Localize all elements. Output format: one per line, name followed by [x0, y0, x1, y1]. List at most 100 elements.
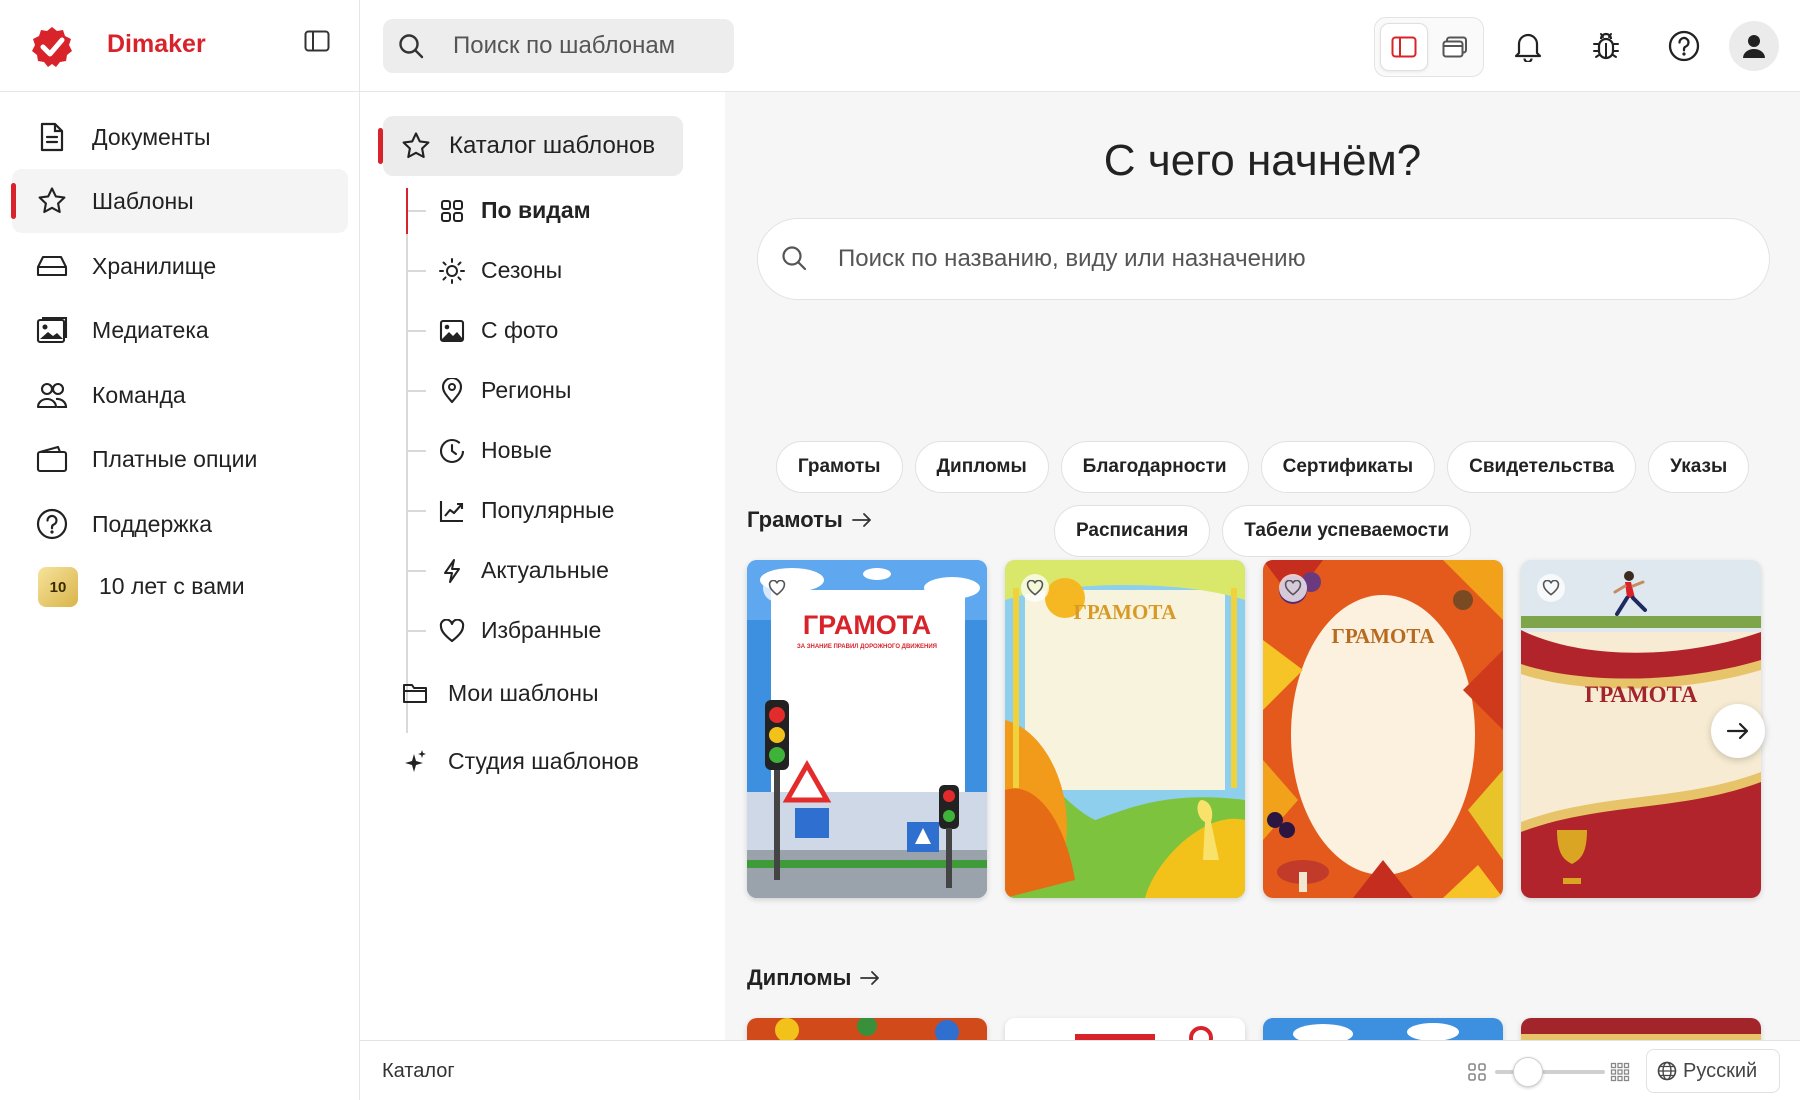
sidebar-item-label: 10 лет с вами [99, 572, 245, 599]
grid-dense-icon[interactable] [1610, 1062, 1630, 1082]
subnav-item-popular[interactable]: Популярные [408, 482, 708, 538]
catalog-search-input[interactable] [838, 219, 1738, 299]
sidebar-nav: Документы Шаблоны Хранилище Медиатека Ко… [0, 92, 359, 1100]
notifications-bell-icon[interactable] [1507, 25, 1549, 67]
section-title-gramoty[interactable]: Грамоты [747, 507, 873, 533]
view-mode-toggle [1374, 17, 1484, 77]
sidebar-item-team[interactable]: Команда [12, 363, 348, 427]
sparkles-icon [400, 746, 430, 776]
template-card[interactable] [1263, 1018, 1503, 1040]
chip-diplomy[interactable]: Дипломы [914, 441, 1049, 493]
language-selector[interactable]: Русский [1646, 1049, 1780, 1093]
heart-icon [438, 617, 466, 645]
breadcrumb[interactable]: Каталог [382, 1060, 455, 1083]
favorite-heart-icon[interactable] [1537, 574, 1565, 602]
search-icon [780, 244, 808, 272]
trending-chart-icon [438, 497, 466, 525]
help-question-icon[interactable] [1663, 25, 1705, 67]
template-search-input[interactable] [453, 19, 723, 73]
panel-layout-icon [1391, 36, 1417, 58]
sidebar-item-paid-options[interactable]: Платные опции [12, 427, 348, 491]
windows-layout-icon [1442, 36, 1467, 58]
subnav-item-seasons[interactable]: Сезоны [408, 242, 708, 298]
card-preview-autumn-leaves [1263, 560, 1503, 898]
panel-view-button[interactable] [1380, 23, 1428, 71]
card-title: ГРАМОТА [1584, 682, 1698, 707]
arrow-right-icon [851, 512, 873, 528]
subnav-item-new[interactable]: Новые [408, 422, 708, 478]
card-subtitle: ЗА ЗНАНИЕ ПРАВИЛ ДОРОЖНОГО ДВИЖЕНИЯ [797, 644, 937, 650]
card-preview-diploma-4 [1521, 1018, 1761, 1040]
subnav-template-studio[interactable]: Студия шаблонов [400, 732, 720, 788]
card-preview-diploma-2 [1005, 1018, 1245, 1040]
template-card[interactable]: ГРАМОТА [1263, 560, 1503, 898]
catalog-search-box[interactable] [757, 218, 1770, 300]
template-search-box[interactable] [383, 19, 734, 73]
arrow-right-icon [1726, 722, 1749, 740]
chip-tabeli[interactable]: Табели успеваемости [1222, 505, 1472, 557]
template-card[interactable]: ГРАМОТА ЗА ЗНАНИЕ ПРАВИЛ ДОРОЖНОГО ДВИЖЕ… [747, 560, 987, 898]
subnav-item-regions[interactable]: Регионы [408, 362, 708, 418]
chip-sertifikaty[interactable]: Сертификаты [1260, 441, 1436, 493]
template-card[interactable] [747, 1018, 987, 1040]
sidebar-item-label: Платные опции [92, 445, 258, 472]
subnav-my-templates[interactable]: Мои шаблоны [400, 664, 720, 720]
template-card[interactable] [1521, 1018, 1761, 1040]
dimaker-logo-icon[interactable] [30, 25, 74, 69]
sidebar-item-media[interactable]: Медиатека [12, 298, 348, 362]
tree-tick [408, 330, 426, 332]
tree-tick [408, 390, 426, 392]
subnav-label: По видам [481, 197, 591, 223]
template-card[interactable] [1005, 1018, 1245, 1040]
tree-tick [408, 630, 426, 632]
subnav-label: Избранные [481, 617, 602, 643]
subnav-item-favorites[interactable]: Избранные [408, 602, 708, 658]
favorite-heart-icon[interactable] [1021, 574, 1049, 602]
sidebar-toggle-icon[interactable] [304, 30, 338, 60]
catalog-templates-item[interactable]: Каталог шаблонов [378, 116, 683, 176]
subnav-label: Регионы [481, 377, 572, 403]
chip-ukazy[interactable]: Указы [1648, 441, 1750, 493]
subnav-label: Мои шаблоны [448, 680, 599, 706]
subnav-label: С фото [481, 317, 559, 343]
sidebar-item-storage[interactable]: Хранилище [12, 234, 348, 298]
language-label: Русский [1683, 1059, 1758, 1082]
anniversary-badge: 10 [38, 567, 78, 607]
section-title-diplomy[interactable]: Дипломы [747, 965, 881, 991]
chip-svidetelstva[interactable]: Свидетельства [1447, 441, 1637, 493]
main-content: С чего начнём? Грамоты Дипломы Благодарн… [725, 92, 1800, 1040]
grid-small-icon[interactable] [1467, 1062, 1487, 1082]
zoom-slider[interactable] [1495, 1070, 1605, 1074]
brand-name[interactable]: Dimaker [107, 30, 206, 59]
subnav-item-by-type[interactable]: По видам [408, 182, 708, 238]
card-preview-diploma-3 [1263, 1018, 1503, 1040]
chip-blagodarnosti[interactable]: Благодарности [1060, 441, 1249, 493]
document-icon [36, 121, 68, 153]
subnav-label: Сезоны [481, 257, 563, 283]
card-title: ГРАМОТА [1331, 624, 1435, 648]
sidebar-item-anniversary[interactable]: 10 10 лет с вами [12, 554, 348, 618]
sidebar-item-support[interactable]: Поддержка [12, 492, 348, 556]
template-card[interactable]: ГРАМОТА [1005, 560, 1245, 898]
zoom-slider-handle[interactable] [1513, 1057, 1543, 1087]
favorite-heart-icon[interactable] [763, 574, 791, 602]
window-view-button[interactable] [1431, 23, 1479, 71]
top-header: Dimaker [0, 0, 1800, 92]
sidebar-item-templates[interactable]: Шаблоны [11, 169, 348, 233]
carousel-next-button[interactable] [1711, 704, 1765, 758]
status-bar: Каталог Русский [360, 1040, 1800, 1100]
favorite-heart-icon[interactable] [1279, 574, 1307, 602]
bug-report-icon[interactable] [1585, 25, 1627, 67]
user-avatar-icon[interactable] [1729, 21, 1779, 71]
grid-icon [438, 197, 466, 225]
subnav-item-with-photo[interactable]: С фото [408, 302, 708, 358]
location-pin-icon [438, 377, 466, 405]
sidebar-item-label: Хранилище [92, 252, 217, 279]
card-preview-diploma-1 [747, 1018, 987, 1040]
tree-tick [408, 570, 426, 572]
subnav-item-actual[interactable]: Актуальные [408, 542, 708, 598]
sidebar-item-documents[interactable]: Документы [12, 105, 348, 169]
tree-tick [408, 450, 426, 452]
chip-raspisaniya[interactable]: Расписания [1053, 505, 1211, 557]
chip-gramoty[interactable]: Грамоты [775, 441, 903, 493]
